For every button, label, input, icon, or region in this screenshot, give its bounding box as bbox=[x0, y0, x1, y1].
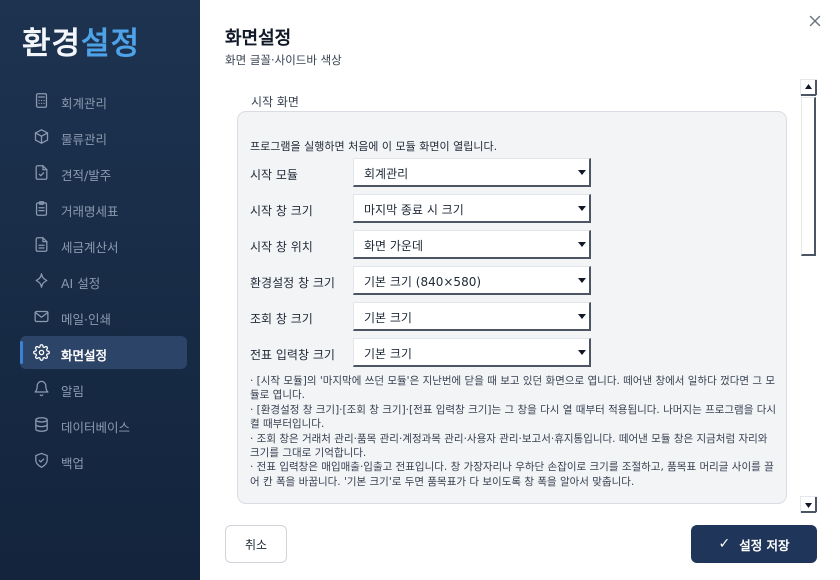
sidebar-item-display-settings[interactable]: 화면설정 bbox=[20, 336, 187, 369]
sidebar-item-backup[interactable]: 백업 bbox=[20, 444, 187, 477]
cancel-button[interactable]: 취소 bbox=[225, 525, 287, 563]
scroll-up-button[interactable] bbox=[800, 79, 817, 96]
sidebar-item-tax-invoice[interactable]: 세금계산서 bbox=[20, 228, 187, 261]
select-value: 기본 크기 bbox=[364, 347, 412, 361]
sidebar-item-accounting[interactable]: 회계관리 bbox=[20, 84, 187, 117]
cancel-button-label: 취소 bbox=[244, 537, 268, 552]
select-value: 화면 가운데 bbox=[364, 239, 424, 253]
close-icon bbox=[806, 15, 824, 34]
select-value: 마지막 종료 시 크기 bbox=[364, 203, 464, 217]
start-window-position-select[interactable]: 화면 가운데 bbox=[353, 230, 591, 259]
sidebar-item-statements[interactable]: 거래명세표 bbox=[20, 192, 187, 225]
app-brand: 환경설정 bbox=[22, 24, 140, 64]
checkmark-icon: ✓ bbox=[718, 536, 731, 552]
sidebar-item-notifications[interactable]: 알림 bbox=[20, 372, 187, 405]
voucher-window-size-select[interactable]: 기본 크기 bbox=[353, 338, 591, 367]
sidebar-item-mail-print[interactable]: 메일·인쇄 bbox=[20, 300, 187, 333]
select-value: 회계관리 bbox=[364, 167, 409, 181]
section-title: 시작 화면 bbox=[251, 95, 299, 109]
document-icon bbox=[33, 236, 50, 253]
select-value: 기본 크기 (840×580) bbox=[364, 275, 482, 289]
start-window-position-label: 시작 창 위치 bbox=[250, 240, 313, 254]
sidebar-item-label: 회계관리 bbox=[61, 96, 108, 111]
database-icon bbox=[33, 416, 50, 433]
sidebar-item-label: 백업 bbox=[61, 456, 85, 471]
gear-icon bbox=[33, 344, 50, 361]
sidebar-nav: 회계관리 물류관리 견적/발주 거래명세표 세금계산서 AI 설정 메일·인쇄 … bbox=[20, 84, 187, 480]
help-note: · 전표 입력창은 매입매출·입출고 전표입니다. 창 가장자리나 우하단 손잡… bbox=[250, 461, 774, 488]
brand-part1: 환경 bbox=[22, 26, 82, 62]
help-note: · [시작 모듈]의 '마지막에 쓰던 모듈'은 지난번에 닫을 때 보고 있던… bbox=[250, 375, 776, 402]
scroll-down-button[interactable] bbox=[800, 496, 817, 513]
vertical-scrollbar[interactable] bbox=[800, 79, 817, 513]
sidebar-item-label: 물류관리 bbox=[61, 132, 108, 147]
sidebar-item-quotes[interactable]: 견적/발주 bbox=[20, 156, 187, 189]
chevron-down-icon bbox=[578, 242, 586, 247]
sidebar-item-database[interactable]: 데이터베이스 bbox=[20, 408, 187, 441]
start-module-label: 시작 모듈 bbox=[250, 168, 298, 182]
brand-part2: 설정 bbox=[81, 26, 141, 62]
sidebar-item-label: 세금계산서 bbox=[61, 240, 119, 255]
sidebar-item-logistics[interactable]: 물류관리 bbox=[20, 120, 187, 153]
sidebar-item-label: 거래명세표 bbox=[61, 204, 119, 219]
sidebar: 환경설정 회계관리 물류관리 견적/발주 거래명세표 세금계산서 AI 설정 메… bbox=[0, 0, 200, 580]
mail-icon bbox=[33, 308, 50, 325]
chevron-down-icon bbox=[578, 170, 586, 175]
scrollbar-thumb[interactable] bbox=[801, 97, 816, 256]
bell-icon bbox=[33, 380, 50, 397]
sidebar-item-label: 알림 bbox=[61, 384, 85, 399]
chevron-down-icon bbox=[578, 278, 586, 283]
help-note: · [환경설정 창 크기]·[조회 창 크기]·[전표 입력창 크기]는 그 창… bbox=[250, 403, 777, 431]
page-subtitle: 화면 글꼴·사이드바 색상 bbox=[225, 53, 342, 67]
arrow-down-icon bbox=[800, 496, 817, 517]
section-intro: 프로그램을 실행하면 처음에 이 모듈 화면이 열립니다. bbox=[250, 140, 498, 153]
settings-window-size-select[interactable]: 기본 크기 (840×580) bbox=[353, 266, 591, 295]
sidebar-item-label: AI 설정 bbox=[61, 276, 101, 291]
help-note: · 조회 창은 거래처 관리·품목 관리·계정과목 관리·사용자 관리·보고서·… bbox=[250, 432, 768, 460]
lookup-window-size-label: 조회 창 크기 bbox=[250, 312, 313, 326]
sidebar-item-ai-settings[interactable]: AI 설정 bbox=[20, 264, 187, 297]
calculator-icon bbox=[33, 92, 50, 109]
start-window-size-select[interactable]: 마지막 종료 시 크기 bbox=[353, 194, 591, 223]
sidebar-item-label: 화면설정 bbox=[61, 348, 108, 363]
save-button-label: 설정 저장 bbox=[739, 537, 790, 553]
save-settings-button[interactable]: ✓ 설정 저장 bbox=[691, 525, 817, 563]
sparkle-icon bbox=[33, 272, 50, 289]
close-button[interactable] bbox=[806, 12, 824, 30]
sidebar-item-label: 견적/발주 bbox=[61, 168, 112, 183]
box-icon bbox=[33, 128, 50, 145]
sidebar-item-label: 메일·인쇄 bbox=[61, 312, 111, 327]
settings-window-size-label: 환경설정 창 크기 bbox=[250, 276, 335, 290]
file-check-icon bbox=[33, 164, 50, 181]
shield-check-icon bbox=[33, 452, 50, 469]
startup-settings-card: 프로그램을 실행하면 처음에 이 모듈 화면이 열립니다. 시작 모듈 회계관리… bbox=[237, 111, 787, 504]
clipboard-icon bbox=[33, 200, 50, 217]
voucher-window-size-label: 전표 입력창 크기 bbox=[250, 348, 335, 362]
chevron-down-icon bbox=[578, 206, 586, 211]
start-window-size-label: 시작 창 크기 bbox=[250, 204, 313, 218]
lookup-window-size-select[interactable]: 기본 크기 bbox=[353, 302, 591, 331]
sidebar-item-label: 데이터베이스 bbox=[61, 420, 131, 435]
page-title: 화면설정 bbox=[225, 28, 292, 49]
select-value: 기본 크기 bbox=[364, 311, 412, 325]
start-module-select[interactable]: 회계관리 bbox=[353, 158, 591, 187]
chevron-down-icon bbox=[578, 350, 586, 355]
chevron-down-icon bbox=[578, 314, 586, 319]
help-notes: · [시작 모듈]의 '마지막에 쓰던 모듈'은 지난번에 닫을 때 보고 있던… bbox=[250, 374, 780, 489]
